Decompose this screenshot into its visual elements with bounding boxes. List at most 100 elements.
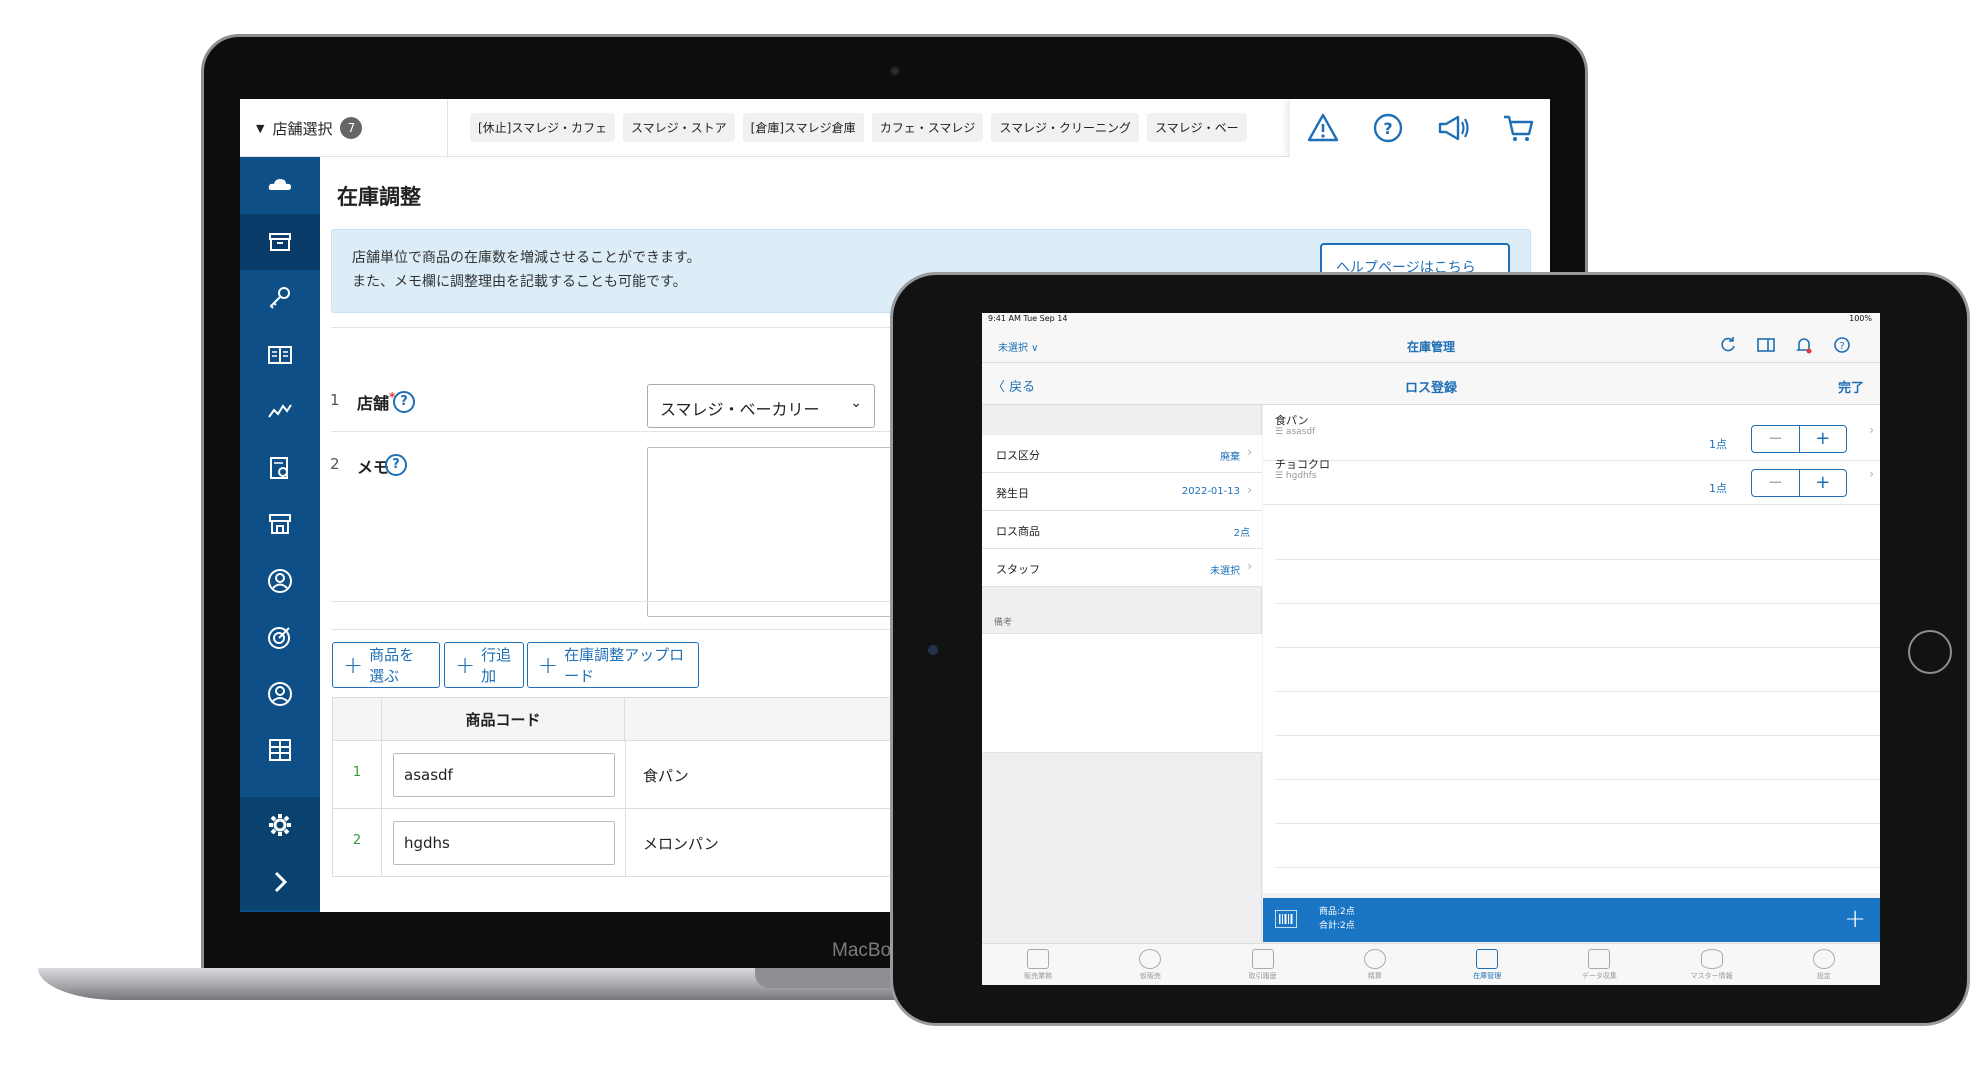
product-code-input[interactable]: hgdhs bbox=[393, 821, 615, 865]
loss-type-cell[interactable]: ロス区分 廃棄 › bbox=[982, 435, 1262, 473]
user-icon bbox=[268, 568, 292, 593]
cell-border bbox=[625, 741, 626, 809]
chevron-right-icon: › bbox=[1247, 483, 1252, 497]
plus-icon: + bbox=[343, 651, 364, 679]
chevron-down-icon: ⌄ bbox=[850, 395, 862, 411]
loss-products-cell[interactable]: ロス商品 2点 bbox=[982, 511, 1262, 549]
store-tab[interactable]: [休止]スマレジ・カフェ bbox=[470, 113, 616, 142]
sidebar-item-profile[interactable] bbox=[240, 666, 320, 723]
tab-settings[interactable]: 設定 bbox=[1768, 944, 1880, 985]
quantity-stepper: − + bbox=[1751, 469, 1847, 497]
tab-bar: 販売業務 仮販売 取引履歴 精算 在庫管理 データ収集 マスター情報 設定 bbox=[982, 943, 1880, 985]
sidebar-item-settings[interactable] bbox=[240, 797, 320, 854]
product-table: 商品コード 1 asasdf 食パン 2 hgdhs メロンパン bbox=[332, 697, 932, 877]
sidebar-item-report[interactable] bbox=[240, 440, 320, 497]
select-product-button[interactable]: + 商品を選ぶ bbox=[332, 642, 440, 688]
tab-master[interactable]: マスター情報 bbox=[1656, 944, 1768, 985]
product-code-input[interactable]: asasdf bbox=[393, 753, 615, 797]
refresh-icon[interactable] bbox=[1718, 335, 1738, 355]
memo-input[interactable] bbox=[982, 633, 1262, 753]
bell-icon[interactable] bbox=[1794, 335, 1814, 355]
upload-button[interactable]: + 在庫調整アップロード bbox=[527, 642, 699, 688]
sidebar-item-grid[interactable] bbox=[240, 722, 320, 779]
sidebar-item-inventory[interactable] bbox=[240, 213, 320, 270]
tab-data-collection[interactable]: データ収集 bbox=[1543, 944, 1655, 985]
date-cell[interactable]: 発生日 2022-01-13 › bbox=[982, 473, 1262, 511]
divider bbox=[1275, 823, 1880, 824]
store-tab[interactable]: スマレジ・ベー bbox=[1147, 113, 1247, 142]
sidebar-item-user[interactable] bbox=[240, 553, 320, 610]
sidebar-item-chart[interactable] bbox=[240, 383, 320, 440]
screen-title: ロス登録 bbox=[1404, 381, 1457, 396]
barcode-icon[interactable] bbox=[1275, 910, 1297, 928]
status-bar: 9:41 AM Tue Sep 14 100% bbox=[982, 313, 1880, 327]
chevron-right-icon: › bbox=[1869, 423, 1874, 437]
cell-border bbox=[381, 741, 382, 809]
sidebar-expand[interactable] bbox=[240, 853, 320, 910]
field-value: 廃棄 bbox=[1220, 452, 1240, 463]
memo-help-icon[interactable]: ? bbox=[385, 454, 407, 476]
field-label: 発生日 bbox=[996, 487, 1029, 500]
store-count-badge: 7 bbox=[340, 117, 363, 139]
minus-button[interactable]: − bbox=[1752, 470, 1800, 496]
plus-button[interactable]: + bbox=[1800, 470, 1847, 496]
staff-cell[interactable]: スタッフ 未選択 › bbox=[982, 549, 1262, 587]
book-icon bbox=[1251, 949, 1274, 969]
key-icon bbox=[1363, 949, 1386, 969]
ipad-home-button[interactable] bbox=[1908, 630, 1952, 674]
data-collection-icon bbox=[1588, 949, 1611, 969]
store-tabs: [休止]スマレジ・カフェ スマレジ・ストア [倉庫]スマレジ倉庫 カフェ・スマレ… bbox=[470, 113, 1280, 142]
field-label: ロス区分 bbox=[996, 449, 1040, 462]
store-tab[interactable]: [倉庫]スマレジ倉庫 bbox=[742, 113, 864, 142]
report-icon bbox=[270, 456, 288, 479]
add-item-button[interactable]: + bbox=[1844, 904, 1866, 934]
tab-settlement[interactable]: 精算 bbox=[1319, 944, 1431, 985]
help-icon[interactable]: ? bbox=[1371, 111, 1405, 145]
memo-textarea[interactable] bbox=[647, 447, 927, 617]
store-select-dropdown[interactable]: ▼ 店舗選択 7 bbox=[240, 99, 448, 157]
tab-sales[interactable]: 販売業務 bbox=[982, 944, 1094, 985]
sidebar-item-store[interactable] bbox=[240, 496, 320, 553]
column-header-code: 商品コード bbox=[381, 698, 625, 742]
plus-icon: + bbox=[455, 651, 476, 679]
add-row-button[interactable]: + 行追加 bbox=[444, 642, 524, 688]
item-quantity: 1点 bbox=[1709, 482, 1727, 495]
store-tab[interactable]: スマレジ・ストア bbox=[623, 113, 735, 142]
page-title: 在庫調整 bbox=[337, 185, 421, 209]
tab-label: 在庫管理 bbox=[1473, 972, 1502, 980]
summary-products: 商品:2点 bbox=[1319, 907, 1355, 917]
store-tab[interactable]: スマレジ・クリーニング bbox=[991, 113, 1139, 142]
sidebar-item-key[interactable] bbox=[240, 270, 320, 327]
divider bbox=[1275, 867, 1880, 868]
store-dropdown[interactable]: スマレジ・ベーカリー ⌄ bbox=[647, 384, 875, 428]
tab-history[interactable]: 取引履歴 bbox=[1207, 944, 1319, 985]
list-item[interactable]: チョコクロ ☰ hgdhfs 1点 − + › bbox=[1263, 449, 1880, 505]
warning-icon[interactable] bbox=[1306, 111, 1340, 145]
svg-text:?: ? bbox=[1383, 119, 1392, 138]
store-help-icon[interactable]: ? bbox=[393, 391, 415, 413]
key-icon bbox=[269, 287, 290, 309]
divider bbox=[1275, 559, 1880, 560]
table-row: 2 hgdhs メロンパン bbox=[332, 809, 932, 877]
chevron-right-icon: › bbox=[1869, 467, 1874, 481]
tab-temporary-sales[interactable]: 仮販売 bbox=[1094, 944, 1206, 985]
sidebar-item-target[interactable] bbox=[240, 609, 320, 666]
sidebar-item-book[interactable] bbox=[240, 327, 320, 384]
sidebar-item-cloud[interactable] bbox=[240, 157, 320, 214]
done-button[interactable]: 完了 bbox=[1838, 377, 1864, 396]
divider bbox=[1275, 735, 1880, 736]
svg-text:?: ? bbox=[1839, 341, 1844, 352]
store-tab[interactable]: カフェ・スマレジ bbox=[871, 113, 984, 142]
split-view-icon[interactable] bbox=[1756, 335, 1776, 355]
status-battery: 100% bbox=[1849, 314, 1872, 323]
top-icon-group: ? bbox=[1290, 99, 1550, 157]
header-icons: ? bbox=[1718, 335, 1852, 355]
tab-inventory[interactable]: 在庫管理 bbox=[1431, 944, 1543, 985]
cloud-icon bbox=[268, 179, 291, 191]
megaphone-icon[interactable] bbox=[1436, 111, 1470, 145]
help-icon[interactable]: ? bbox=[1832, 335, 1852, 355]
chevron-right-icon bbox=[274, 871, 288, 892]
item-code: ☰ hgdhfs bbox=[1275, 471, 1317, 481]
product-name: メロンパン bbox=[643, 835, 719, 853]
cart-icon[interactable] bbox=[1501, 111, 1535, 145]
